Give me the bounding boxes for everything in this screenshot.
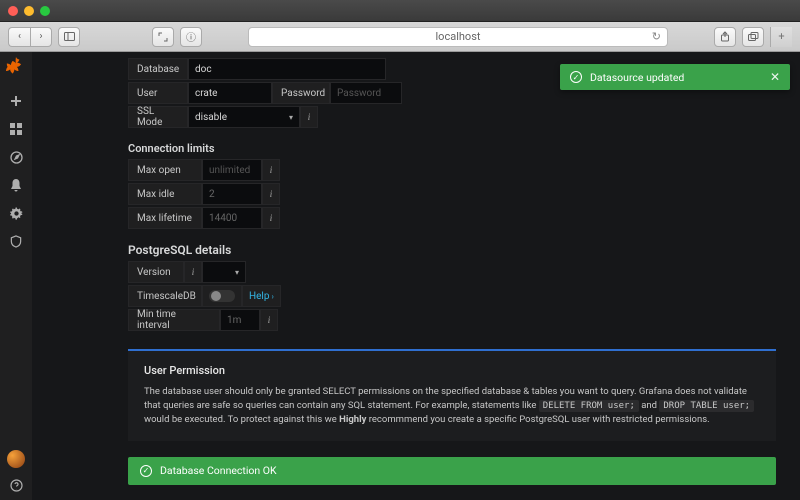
user-input[interactable] [188, 82, 272, 104]
version-label: Version [128, 261, 184, 283]
check-icon: ✓ [570, 71, 582, 83]
url-text: localhost [436, 30, 481, 43]
info-button[interactable]: ⓘ [180, 27, 202, 47]
share-button[interactable] [714, 27, 736, 47]
nav-buttons: ‹ › [8, 27, 52, 47]
chevron-down-icon: ▾ [235, 268, 239, 277]
add-icon[interactable] [9, 94, 23, 108]
check-icon: ✓ [140, 465, 152, 477]
help-icon[interactable] [9, 478, 23, 492]
user-permission-heading: User Permission [144, 363, 760, 379]
expand-button[interactable] [152, 27, 174, 47]
user-label: User [128, 82, 188, 104]
back-button[interactable]: ‹ [8, 27, 30, 47]
sidebar-toggle-button[interactable] [58, 27, 80, 47]
connection-ok-text: Database Connection OK [160, 464, 277, 477]
reload-icon[interactable]: ↻ [652, 30, 661, 43]
dashboards-icon[interactable] [9, 122, 23, 136]
user-permission-text: The database user should only be granted… [144, 385, 760, 427]
sslmode-label: SSL Mode [128, 106, 188, 128]
window-controls [8, 6, 50, 16]
close-toast-button[interactable]: ✕ [770, 70, 780, 84]
browser-toolbar: ‹ › ⓘ localhost ↻ + [0, 22, 800, 52]
code-delete: DELETE FROM user; [539, 400, 639, 412]
postgresql-details-heading: PostgreSQL details [128, 243, 776, 257]
version-info-icon[interactable]: i [184, 261, 202, 283]
connection-limits-heading: Connection limits [128, 142, 776, 155]
max-idle-label: Max idle [128, 183, 202, 205]
max-open-input[interactable] [202, 159, 262, 181]
timescaledb-label: TimescaleDB [128, 285, 202, 307]
timescaledb-toggle-cell [202, 285, 242, 307]
zoom-window-icon[interactable] [40, 6, 50, 16]
min-time-interval-info-icon[interactable]: i [260, 309, 278, 331]
database-label: Database [128, 58, 188, 80]
tabs-button[interactable] [742, 27, 764, 47]
help-link[interactable]: Help › [242, 285, 281, 307]
version-select[interactable]: ▾ [202, 261, 246, 283]
password-input[interactable] [330, 82, 402, 104]
explore-icon[interactable] [9, 150, 23, 164]
chevron-down-icon: ▾ [289, 113, 293, 122]
min-time-interval-label: Min time interval [128, 309, 220, 331]
main-content: ✓ Datasource updated ✕ Database User Pas… [32, 52, 800, 500]
max-lifetime-info-icon[interactable]: i [262, 207, 280, 229]
connection-ok-banner: ✓ Database Connection OK [128, 457, 776, 485]
close-window-icon[interactable] [8, 6, 18, 16]
max-idle-input[interactable] [202, 183, 262, 205]
database-input[interactable] [188, 58, 386, 80]
sslmode-select[interactable]: disable ▾ [188, 106, 300, 128]
chevron-right-icon: › [271, 292, 273, 301]
side-nav [0, 52, 32, 500]
timescaledb-toggle[interactable] [209, 290, 235, 302]
user-permission-panel: User Permission The database user should… [128, 349, 776, 441]
sslmode-info-icon[interactable]: i [300, 106, 318, 128]
min-time-interval-input[interactable] [220, 309, 260, 331]
max-lifetime-input[interactable] [202, 207, 262, 229]
password-label: Password [272, 82, 330, 104]
toast-message: Datasource updated [590, 71, 684, 84]
max-open-info-icon[interactable]: i [262, 159, 280, 181]
grafana-logo-icon[interactable] [6, 56, 26, 76]
user-avatar[interactable] [7, 450, 25, 468]
forward-button[interactable]: › [30, 27, 52, 47]
configuration-icon[interactable] [9, 206, 23, 220]
success-toast: ✓ Datasource updated ✕ [560, 64, 790, 90]
max-idle-info-icon[interactable]: i [262, 183, 280, 205]
sslmode-value: disable [195, 112, 227, 123]
code-drop: DROP TABLE user; [659, 400, 754, 412]
new-tab-button[interactable]: + [770, 27, 792, 47]
alerting-icon[interactable] [9, 178, 23, 192]
grafana-app: ✓ Datasource updated ✕ Database User Pas… [0, 52, 800, 500]
mac-titlebar [0, 0, 800, 22]
url-bar[interactable]: localhost ↻ [248, 27, 668, 47]
shield-icon[interactable] [9, 234, 23, 248]
max-open-label: Max open [128, 159, 202, 181]
minimize-window-icon[interactable] [24, 6, 34, 16]
help-link-label: Help [249, 291, 269, 302]
max-lifetime-label: Max lifetime [128, 207, 202, 229]
